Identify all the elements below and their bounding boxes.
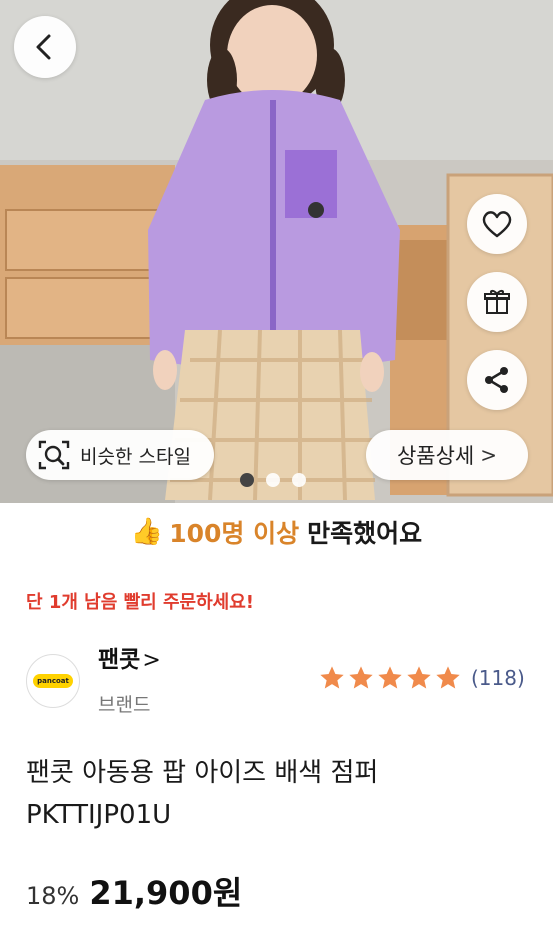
share-icon bbox=[485, 367, 508, 393]
star-icon bbox=[349, 666, 373, 689]
carousel-dot[interactable] bbox=[266, 473, 280, 487]
star-icon bbox=[436, 666, 460, 689]
heart-icon bbox=[482, 211, 512, 238]
chevron-right-icon: > bbox=[480, 443, 498, 467]
back-button[interactable] bbox=[14, 16, 76, 78]
product-detail-label: 상품상세 bbox=[396, 444, 475, 468]
share-button[interactable] bbox=[467, 350, 527, 410]
carousel-dot[interactable] bbox=[292, 473, 306, 487]
star-icon bbox=[378, 666, 402, 689]
discount-rate: 18% bbox=[26, 882, 80, 910]
star-icon bbox=[320, 666, 344, 689]
gift-icon bbox=[484, 290, 510, 314]
satisfaction-highlight: 100명 이상 bbox=[169, 519, 300, 548]
product-title: 팬콧 아동용 팝 아이즈 배색 점퍼 PKTTIJP01U bbox=[26, 758, 379, 830]
brand-subtitle: 브랜드 bbox=[98, 694, 151, 716]
brand-logo-text: pancoat bbox=[33, 674, 73, 688]
price-row: 18% 21,900원 bbox=[26, 868, 242, 914]
thumbs-up-icon: 👍 bbox=[130, 517, 164, 547]
review-count: (118) bbox=[471, 666, 525, 690]
brand-name-link[interactable]: 팬콧> bbox=[98, 640, 161, 674]
product-photo bbox=[0, 0, 553, 503]
star-icon bbox=[407, 666, 431, 689]
similar-style-button[interactable]: 비슷한 스타일 bbox=[26, 430, 214, 480]
star-rating bbox=[318, 664, 463, 692]
brand-logo[interactable]: pancoat bbox=[26, 654, 80, 708]
image-search-icon bbox=[38, 440, 70, 470]
gift-button[interactable] bbox=[467, 272, 527, 332]
product-image-carousel[interactable]: 비슷한 스타일 상품상세 > bbox=[0, 0, 553, 503]
similar-style-label: 비슷한 스타일 bbox=[80, 445, 191, 468]
brand-name: 팬콧 bbox=[98, 647, 141, 673]
stock-urgency-text: 단 1개 남음 빨리 주문하세요! bbox=[26, 592, 254, 613]
carousel-dot[interactable] bbox=[240, 473, 254, 487]
chevron-right-icon: > bbox=[142, 648, 161, 673]
back-arrow-icon bbox=[36, 34, 51, 60]
wishlist-button[interactable] bbox=[467, 194, 527, 254]
carousel-indicator bbox=[240, 473, 306, 487]
sale-price: 21,900원 bbox=[89, 874, 243, 912]
satisfaction-text: 만족했어요 bbox=[307, 519, 423, 548]
rating-summary[interactable]: (118) bbox=[318, 664, 525, 692]
product-detail-button[interactable]: 상품상세 > bbox=[366, 430, 528, 480]
satisfaction-banner: 👍 100명 이상 만족했어요 bbox=[0, 508, 553, 556]
